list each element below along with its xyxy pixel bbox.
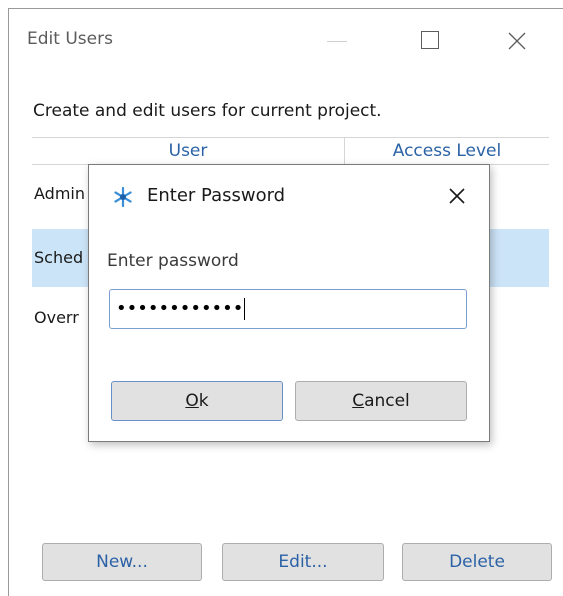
user-cell: Overr	[34, 308, 79, 327]
window-title: Edit Users	[27, 29, 113, 49]
table-header: User Access Level	[32, 137, 549, 165]
password-value: ••••••••••••	[116, 298, 246, 320]
ok-accelerator: O	[185, 391, 199, 411]
edit-button[interactable]: Edit...	[222, 543, 384, 581]
ok-button[interactable]: Ok	[111, 381, 283, 421]
user-cell: Sched	[34, 248, 84, 267]
password-input[interactable]: ••••••••••••	[109, 289, 467, 329]
cancel-accelerator: C	[352, 391, 365, 411]
title-bar: Edit Users	[9, 9, 563, 69]
new-button[interactable]: New...	[42, 543, 202, 581]
cancel-label-rest: ancel	[364, 391, 410, 411]
ok-label-rest: k	[198, 391, 209, 411]
delete-button[interactable]: Delete	[402, 543, 552, 581]
password-label: Enter password	[107, 251, 239, 271]
description-text: Create and edit users for current projec…	[33, 101, 382, 121]
dialog-title: Enter Password	[147, 185, 286, 206]
minimize-icon[interactable]	[313, 21, 361, 61]
user-cell: Admin	[34, 184, 85, 203]
column-header-access-level[interactable]: Access Level	[345, 138, 549, 164]
close-icon[interactable]	[441, 181, 473, 211]
enter-password-dialog: Enter Password Enter password ••••••••••…	[88, 164, 490, 442]
column-header-user[interactable]: User	[32, 138, 345, 164]
close-icon[interactable]	[497, 21, 537, 61]
key-asterisk-icon	[111, 185, 135, 209]
cancel-button[interactable]: Cancel	[295, 381, 467, 421]
text-caret	[244, 298, 246, 320]
maximize-icon[interactable]	[405, 21, 453, 61]
